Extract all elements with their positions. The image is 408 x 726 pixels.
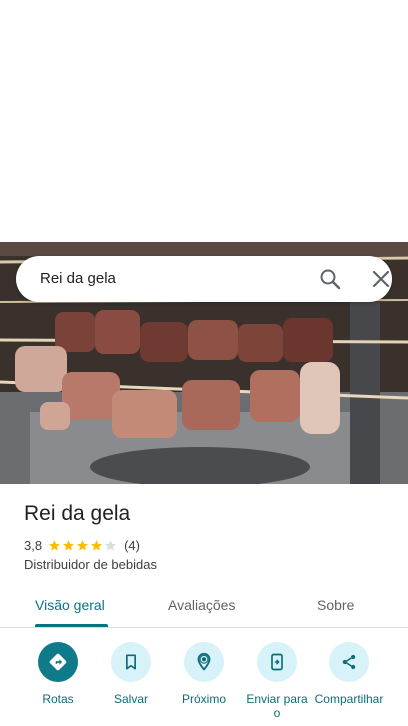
- nearby-button[interactable]: Próximo: [164, 640, 244, 706]
- save-button[interactable]: Salvar: [91, 640, 171, 706]
- nearby-icon: [184, 642, 224, 682]
- tab-bar: Visão geral Avaliações Sobre: [0, 585, 408, 628]
- review-count[interactable]: (4): [124, 538, 140, 553]
- share-icon: [329, 642, 369, 682]
- active-tab-indicator: [35, 624, 108, 627]
- star-icon: [77, 539, 88, 550]
- star-empty-icon: [105, 539, 116, 550]
- star-icon: [49, 539, 60, 550]
- send-to-phone-icon: [257, 642, 297, 682]
- place-category[interactable]: Distribuidor de bebidas: [24, 557, 157, 572]
- bookmark-icon: [111, 642, 151, 682]
- place-title: Rei da gela: [24, 502, 131, 525]
- directions-button[interactable]: Rotas: [18, 640, 98, 706]
- close-icon[interactable]: [369, 267, 393, 291]
- send-to-phone-button[interactable]: Enviar para o: [237, 640, 317, 720]
- directions-icon: [38, 642, 78, 682]
- share-label: Compartilhar: [314, 692, 384, 706]
- save-label: Salvar: [113, 692, 148, 706]
- star-icon: [91, 539, 102, 550]
- send-to-phone-label: Enviar para o: [246, 692, 308, 720]
- tab-about[interactable]: Sobre: [317, 597, 354, 613]
- star-rating: [48, 539, 118, 552]
- search-input[interactable]: Rei da gela: [40, 270, 116, 287]
- nearby-label: Próximo: [181, 692, 226, 706]
- directions-label: Rotas: [42, 692, 74, 706]
- rating-value: 3,8: [24, 537, 43, 553]
- search-bar[interactable]: Rei da gela: [16, 256, 392, 302]
- action-bar: Rotas Salvar Próximo Enviar para o Compa…: [0, 640, 408, 726]
- tab-reviews[interactable]: Avaliações: [168, 597, 235, 613]
- rating-row[interactable]: 3,8 (4): [24, 537, 140, 553]
- search-icon[interactable]: [318, 267, 342, 291]
- share-button[interactable]: Compartilhar: [309, 640, 389, 706]
- star-icon: [63, 539, 74, 550]
- tab-overview[interactable]: Visão geral: [35, 597, 105, 613]
